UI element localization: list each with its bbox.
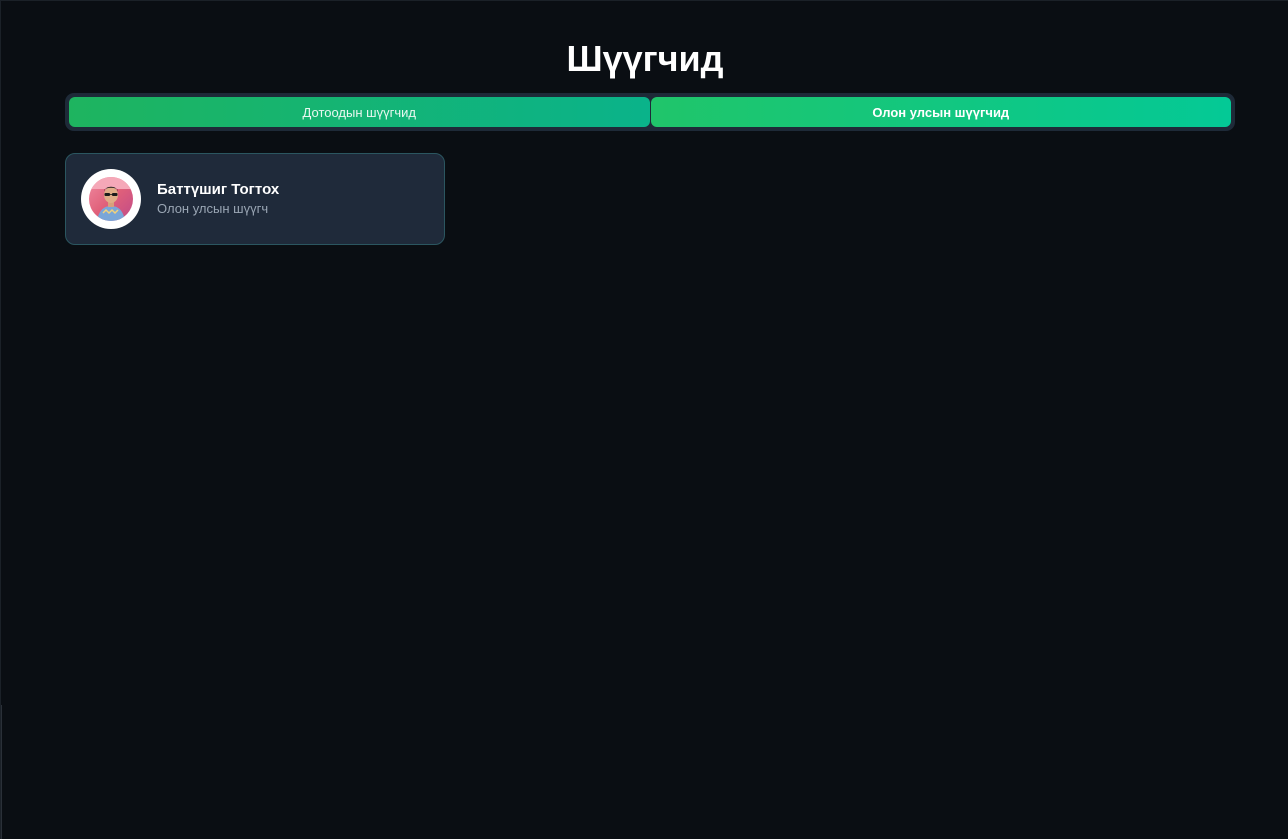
- judge-info: Баттүшиг Тогтох Олон улсын шүүгч: [157, 180, 279, 218]
- avatar: [81, 169, 141, 229]
- left-edge-divider: [1, 705, 2, 839]
- tab-international-judges[interactable]: Олон улсын шүүгчид: [650, 97, 1231, 127]
- page-title: Шүүгчид: [566, 38, 724, 79]
- tab-local-judges[interactable]: Дотоодын шүүгчид: [69, 97, 650, 127]
- judge-name: Баттүшиг Тогтох: [157, 181, 280, 198]
- judge-card[interactable]: Баттүшиг Тогтох Олон улсын шүүгч: [65, 153, 445, 245]
- judge-role: Олон улсын шүүгч: [157, 201, 269, 216]
- judge-type-tabs: Дотоодын шүүгчид Олон улсын шүүгчид: [65, 93, 1235, 131]
- person-photo-icon: [89, 177, 133, 221]
- judges-page: Шүүгчид Дотоодын шүүгчид Олон улсын шүүг…: [0, 0, 1288, 839]
